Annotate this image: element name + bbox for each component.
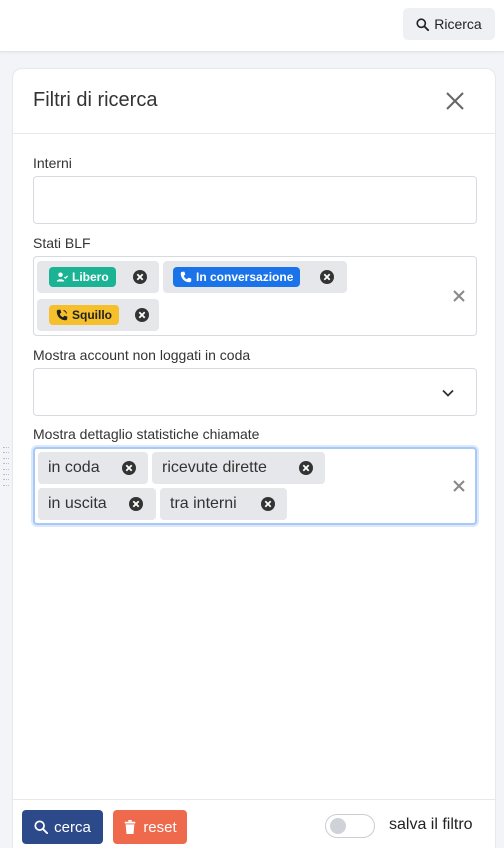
clear-stati-blf-button[interactable] <box>452 289 466 303</box>
tag-in-uscita-label: in uscita <box>48 495 107 512</box>
remove-tra-interni-button[interactable] <box>260 496 276 512</box>
magnifier-icon <box>416 17 430 31</box>
reset-button-label: reset <box>143 818 177 836</box>
panel-header: Filtri di ricerca <box>13 69 495 134</box>
squillo-badge: Squillo <box>49 305 119 325</box>
remove-in-uscita-button[interactable] <box>128 496 144 512</box>
interni-label: Interni <box>33 155 72 171</box>
cerca-button-label: cerca <box>54 818 91 836</box>
tag-in-uscita: in uscita <box>38 488 156 520</box>
close-circle-icon <box>129 497 143 511</box>
close-circle-icon <box>299 461 313 475</box>
reset-button[interactable]: reset <box>113 810 187 844</box>
dettaglio-statistiche-label: Mostra dettaglio statistiche chiamate <box>33 426 260 442</box>
tag-in-coda: in coda <box>38 452 148 484</box>
tag-in-coda-label: in coda <box>48 459 100 476</box>
close-circle-icon <box>135 308 149 322</box>
panel-footer: cerca reset salva il filtro <box>13 799 495 848</box>
remove-ricevute-dirette-button[interactable] <box>298 460 314 476</box>
close-icon <box>446 92 464 110</box>
squillo-label: Squillo <box>72 308 112 322</box>
filter-panel: Filtri di ricerca Interni Stati BLF Libe… <box>12 68 496 848</box>
panel-title: Filtri di ricerca <box>33 89 158 111</box>
phone-icon <box>180 271 192 283</box>
phone-ringing-icon <box>56 309 68 321</box>
tag-ricevute-dirette-label: ricevute dirette <box>162 459 267 476</box>
stati-blf-label: Stati BLF <box>33 235 91 251</box>
cerca-button[interactable]: cerca <box>22 810 103 844</box>
chevron-down-icon <box>442 389 454 397</box>
remove-squillo-button[interactable] <box>134 307 150 323</box>
remove-libero-button[interactable] <box>132 269 148 285</box>
tag-squillo: Squillo <box>37 299 159 331</box>
save-filter-toggle[interactable] <box>325 814 375 838</box>
in-conversazione-badge: In conversazione <box>173 267 301 287</box>
search-button-label: Ricerca <box>434 16 482 32</box>
in-conversazione-label: In conversazione <box>196 270 294 284</box>
close-circle-icon <box>122 461 136 475</box>
close-circle-icon <box>133 270 147 284</box>
clear-icon <box>453 480 465 492</box>
tag-tra-interni-label: tra interni <box>170 495 237 512</box>
libero-badge: Libero <box>49 267 116 287</box>
tag-ricevute-dirette: ricevute dirette <box>152 452 325 484</box>
close-circle-icon <box>320 270 334 284</box>
remove-in-coda-button[interactable] <box>121 460 137 476</box>
toggle-knob <box>330 818 346 834</box>
close-panel-button[interactable] <box>443 89 467 113</box>
trash-icon <box>125 820 136 834</box>
magnifier-icon <box>34 820 49 834</box>
tag-in-conversazione: In conversazione <box>163 261 347 293</box>
close-circle-icon <box>261 497 275 511</box>
top-bar: Ricerca <box>0 0 504 52</box>
stati-blf-multiselect[interactable]: Libero In conversazione Squillo <box>33 256 477 336</box>
clear-dettaglio-statistiche-button[interactable] <box>452 479 466 493</box>
dettaglio-statistiche-multiselect[interactable]: in coda ricevute dirette in uscita tra i… <box>33 447 477 525</box>
user-check-icon <box>56 272 68 282</box>
save-filter-label: salva il filtro <box>389 816 473 833</box>
tag-tra-interni: tra interni <box>160 488 287 520</box>
libero-label: Libero <box>72 270 109 284</box>
panel-resize-handle[interactable] <box>3 447 9 487</box>
remove-in-conversazione-button[interactable] <box>319 269 335 285</box>
clear-icon <box>453 290 465 302</box>
tag-libero: Libero <box>37 261 159 293</box>
account-non-loggati-label: Mostra account non loggati in coda <box>33 347 251 363</box>
search-button[interactable]: Ricerca <box>403 8 495 40</box>
interni-input[interactable] <box>33 176 477 224</box>
account-non-loggati-select[interactable] <box>33 368 477 416</box>
